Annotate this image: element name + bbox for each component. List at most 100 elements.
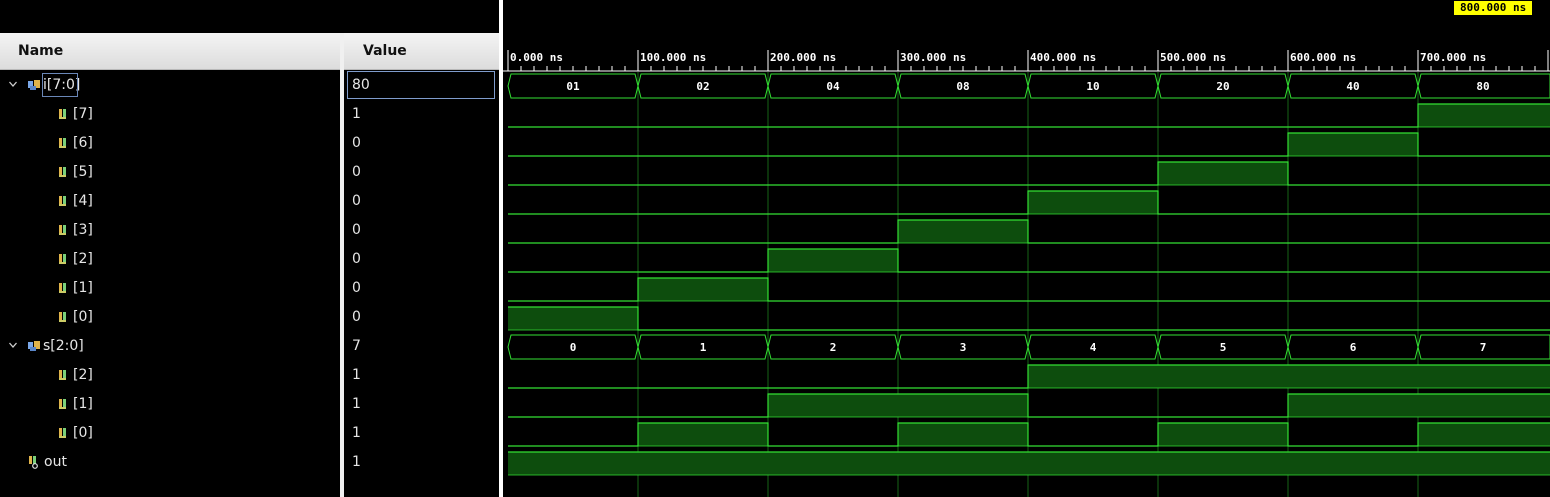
signal-name: out: [44, 454, 67, 470]
bus-value-label: 04: [826, 80, 840, 93]
signal-name: [2]: [73, 251, 93, 267]
bit-trace: [508, 161, 1550, 186]
bit-high-fill: [1418, 365, 1550, 388]
bit-icon: [59, 428, 66, 438]
bit-high-fill: [1288, 365, 1418, 388]
bit-high-fill: [1288, 452, 1418, 475]
bit-icon: [59, 196, 66, 206]
signal-list-pane: Name Value i[7:0] 80 [7] 1 [6] 0 [5] 0 [4] 0 [3] 0[…: [0, 0, 499, 497]
signal-name: [6]: [73, 135, 93, 151]
bus-value-label: 7: [1480, 341, 1487, 354]
signal-row[interactable]: [2] 1: [0, 361, 499, 390]
bus-value-label: 10: [1086, 80, 1099, 93]
name-column-header[interactable]: Name: [0, 33, 340, 70]
bit-high-fill: [1028, 191, 1158, 214]
signal-value: 1: [352, 396, 361, 412]
signal-row[interactable]: [7] 1: [0, 100, 499, 129]
bus-value-label: 3: [960, 341, 967, 354]
ruler-tick-label: 200.000 ns: [770, 51, 836, 64]
bus-value-label: 01: [566, 80, 580, 93]
out-bit-icon: [29, 456, 38, 469]
bit-icon: [59, 370, 66, 380]
signal-row[interactable]: out 1: [0, 448, 499, 477]
bit-icon: [59, 225, 66, 235]
signal-row[interactable]: [6] 0: [0, 129, 499, 158]
bit-high-fill: [1288, 133, 1418, 156]
bus-value-label: 4: [1090, 341, 1097, 354]
bit-high-fill: [1158, 365, 1288, 388]
ruler-tick-label: 0.000 ns: [510, 51, 563, 64]
signal-row[interactable]: [5] 0: [0, 158, 499, 187]
bus-value-label: 2: [830, 341, 837, 354]
value-column-header[interactable]: Value: [344, 33, 499, 70]
bus-value-label: 08: [956, 80, 969, 93]
bus-value-label: 5: [1220, 341, 1227, 354]
ruler-tick-label: 100.000 ns: [640, 51, 706, 64]
bus-value-label: 02: [696, 80, 709, 93]
bit-high-fill: [768, 249, 898, 272]
bit-high-fill: [1418, 394, 1550, 417]
signal-name: [5]: [73, 164, 93, 180]
signal-value: 1: [352, 425, 361, 441]
bit-trace: [508, 219, 1550, 244]
bit-icon: [59, 109, 66, 119]
bit-high-fill: [898, 394, 1028, 417]
signal-value: 0: [352, 309, 361, 325]
bit-high-fill: [1418, 423, 1550, 446]
ruler-tick-label: 400.000 ns: [1030, 51, 1096, 64]
bit-icon: [59, 254, 66, 264]
signal-value: 0: [352, 135, 361, 151]
bus-value-label: 0: [570, 341, 577, 354]
bit-high-fill: [898, 452, 1028, 475]
signal-row[interactable]: [2] 0: [0, 245, 499, 274]
bit-high-fill: [638, 278, 768, 301]
bit-high-fill: [768, 394, 898, 417]
bit-high-fill: [898, 423, 1028, 446]
signal-row[interactable]: s[2:0] 7: [0, 332, 499, 361]
signal-row[interactable]: [1] 1: [0, 390, 499, 419]
signal-row[interactable]: [0] 0: [0, 303, 499, 332]
bus-value-label: 80: [1476, 80, 1489, 93]
bit-high-fill: [508, 452, 638, 475]
signal-row[interactable]: [4] 0: [0, 187, 499, 216]
bit-icon: [59, 312, 66, 322]
waveform-view[interactable]: 0.000 ns 100.000 ns 200.000 ns 300.000 ns 40…: [503, 0, 1550, 497]
bit-high-fill: [1028, 365, 1158, 388]
bus-value-label: 40: [1346, 80, 1359, 93]
signal-name: [3]: [73, 222, 93, 238]
bit-high-fill: [1288, 394, 1418, 417]
bit-icon: [59, 399, 66, 409]
signal-name: [1]: [73, 280, 93, 296]
cursor-time-label: 800.000 ns: [1454, 1, 1533, 15]
signal-row[interactable]: [0] 1: [0, 419, 499, 448]
bit-trace: [508, 248, 1550, 273]
signal-value: 0: [352, 193, 361, 209]
bit-trace: [508, 306, 1550, 331]
chevron-down-icon[interactable]: [9, 341, 17, 349]
bit-trace: [508, 103, 1550, 128]
signal-value: 0: [352, 222, 361, 238]
signal-value: 1: [352, 454, 361, 470]
bit-high-fill: [1158, 452, 1288, 475]
bit-high-fill: [508, 307, 638, 330]
bit-high-fill: [638, 423, 768, 446]
signal-name: [4]: [73, 193, 93, 209]
signal-value: 1: [352, 106, 361, 122]
bit-high-fill: [1158, 162, 1288, 185]
column-divider[interactable]: [340, 33, 344, 497]
signal-value: 0: [352, 280, 361, 296]
bit-icon: [59, 138, 66, 148]
signal-name: [1]: [73, 396, 93, 412]
signal-name: [0]: [73, 309, 93, 325]
bus-value-label: 20: [1216, 80, 1229, 93]
signal-list-toolbar: [0, 0, 499, 33]
signal-row[interactable]: [3] 0: [0, 216, 499, 245]
signal-row[interactable]: [1] 0: [0, 274, 499, 303]
bit-high-fill: [898, 220, 1028, 243]
ruler-tick-label: 600.000 ns: [1290, 51, 1356, 64]
bit-high-fill: [1418, 452, 1550, 475]
chevron-down-icon[interactable]: [9, 80, 17, 88]
ruler-tick-label: 300.000 ns: [900, 51, 966, 64]
bus-icon: [28, 341, 40, 351]
signal-name: s[2:0]: [43, 338, 84, 354]
